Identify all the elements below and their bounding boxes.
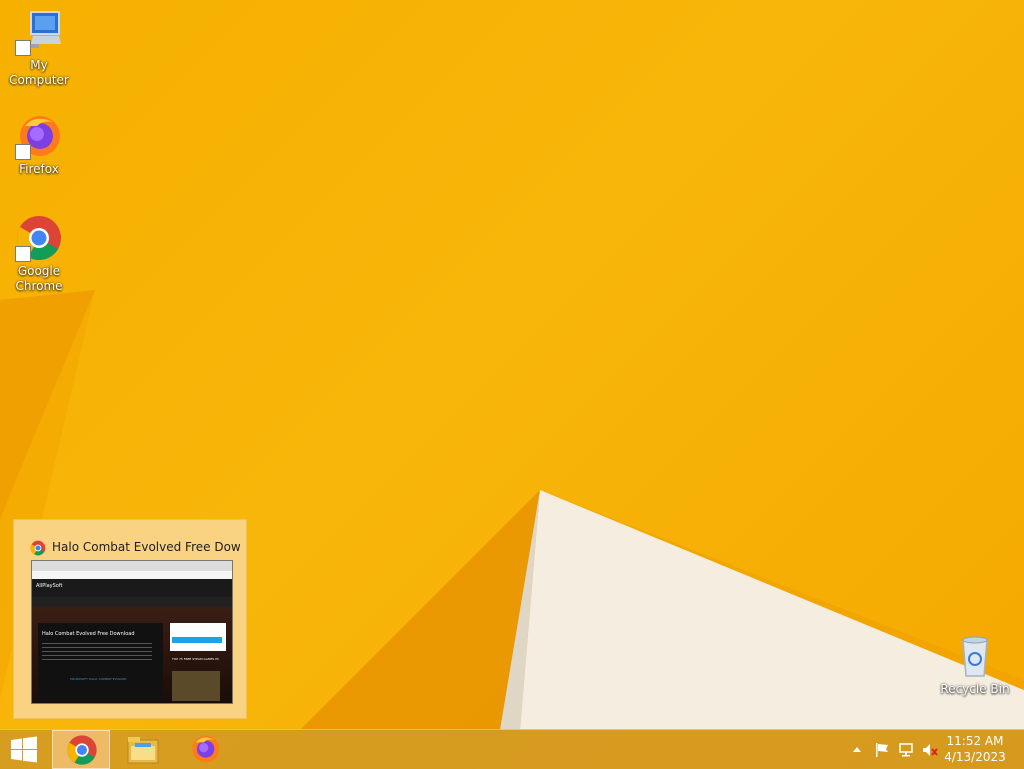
chrome-icon (15, 214, 63, 262)
desktop-icon-firefox[interactable]: Firefox (0, 112, 78, 177)
taskbar: 11:52 AM 4/13/2023 (0, 729, 1024, 769)
desktop-icon-label: My Computer (9, 58, 69, 87)
taskbar-item-google-chrome[interactable] (52, 730, 110, 769)
start-button[interactable] (0, 730, 48, 769)
firefox-icon (15, 112, 63, 160)
preview-title: Halo Combat Evolved Free Dow... (30, 539, 240, 557)
action-center-flag-icon[interactable] (874, 742, 890, 758)
volume-muted-icon[interactable] (922, 742, 938, 758)
thumb-side-heading: TOP 75 FREE STEAM GAMES PC (172, 657, 220, 661)
system-clock[interactable]: 11:52 AM 4/13/2023 (940, 733, 1010, 765)
desktop-icon-google-chrome[interactable]: Google Chrome (0, 214, 78, 294)
taskbar-item-firefox[interactable] (176, 730, 234, 769)
computer-icon (15, 8, 63, 56)
taskbar-thumbnail-preview[interactable]: Halo Combat Evolved Free Dow... AllPlayS… (13, 519, 247, 719)
thumb-site-name: AllPlaySoft (36, 583, 63, 589)
clock-time: 11:52 AM (946, 734, 1004, 748)
clock-date: 4/13/2023 (944, 750, 1006, 764)
preview-thumbnail: AllPlaySoft Halo Combat Evolved Free Dow… (31, 560, 233, 704)
network-icon[interactable] (898, 742, 914, 758)
show-hidden-icons-chevron[interactable] (849, 742, 865, 758)
desktop-icon-label: Firefox (19, 162, 59, 176)
thumb-button: MICROSOFT HALO: COMBAT EVOLVED (70, 677, 127, 681)
thumb-page-heading: Halo Combat Evolved Free Download (42, 631, 135, 637)
desktop-icon-recycle-bin[interactable]: Recycle Bin (936, 632, 1014, 697)
file-explorer-icon (127, 737, 159, 764)
chrome-icon (67, 735, 97, 765)
desktop-icon-my-computer[interactable]: My Computer (0, 8, 78, 88)
recycle-bin-icon (951, 632, 999, 680)
taskbar-item-file-explorer[interactable] (114, 730, 172, 769)
desktop-icon-label: Recycle Bin (940, 682, 1010, 696)
preview-title-text: Halo Combat Evolved Free Dow... (52, 540, 240, 554)
desktop-icon-label: Google Chrome (15, 264, 63, 293)
firefox-icon (192, 735, 219, 763)
chrome-icon (30, 540, 46, 556)
windows-start-icon (11, 736, 37, 763)
